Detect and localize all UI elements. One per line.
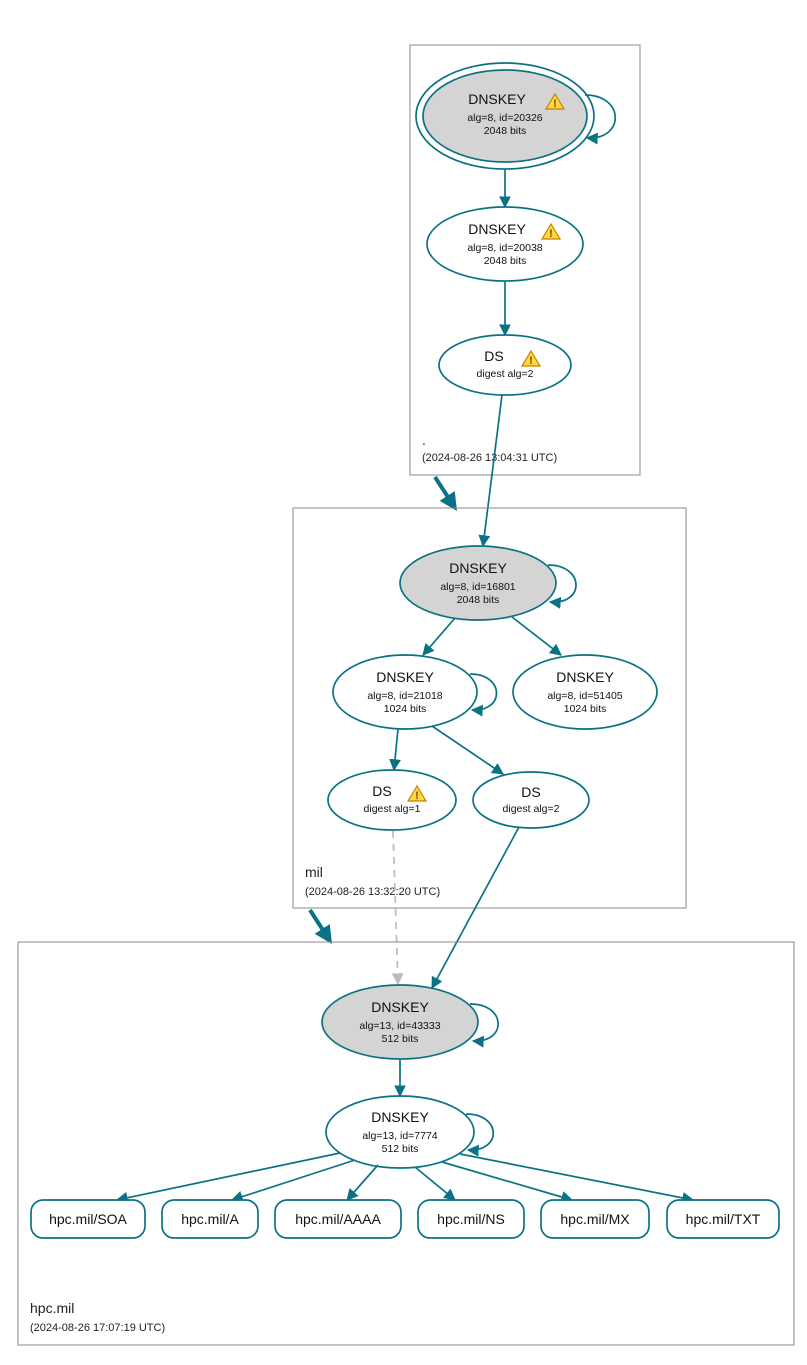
node-root-ds: DS ! digest alg=2 <box>439 335 571 395</box>
svg-text:hpc.mil/SOA: hpc.mil/SOA <box>49 1211 127 1227</box>
zone-root-sublabel: (2024-08-26 13:04:31 UTC) <box>422 452 557 464</box>
node-root-zsk: DNSKEY ! alg=8, id=20038 2048 bits <box>427 207 583 281</box>
svg-text:DNSKEY: DNSKEY <box>556 669 614 685</box>
zone-hpc-sublabel: (2024-08-26 17:07:19 UTC) <box>30 1322 165 1334</box>
rrset-ns: hpc.mil/NS <box>418 1200 524 1238</box>
svg-text:1024 bits: 1024 bits <box>564 703 607 715</box>
svg-text:alg=8, id=51405: alg=8, id=51405 <box>547 690 622 702</box>
rrset-txt: hpc.mil/TXT <box>667 1200 779 1238</box>
zone-mil: mil (2024-08-26 13:32:20 UTC) DNSKEY alg… <box>293 508 686 908</box>
svg-text:DNSKEY: DNSKEY <box>468 221 526 237</box>
svg-text:alg=13, id=43333: alg=13, id=43333 <box>359 1020 440 1032</box>
rrset-mx: hpc.mil/MX <box>541 1200 649 1238</box>
svg-text:2048 bits: 2048 bits <box>457 594 500 606</box>
svg-text:alg=13, id=7774: alg=13, id=7774 <box>362 1130 437 1142</box>
svg-text:alg=8, id=20038: alg=8, id=20038 <box>467 242 542 254</box>
svg-text:DS: DS <box>521 784 540 800</box>
svg-text:hpc.mil/NS: hpc.mil/NS <box>437 1211 505 1227</box>
rrset-soa: hpc.mil/SOA <box>31 1200 145 1238</box>
svg-text:DNSKEY: DNSKEY <box>376 669 434 685</box>
zone-hpc-label: hpc.mil <box>30 1300 74 1316</box>
svg-text:DS: DS <box>484 348 503 364</box>
svg-text:hpc.mil/TXT: hpc.mil/TXT <box>686 1211 761 1227</box>
svg-text:DNSKEY: DNSKEY <box>468 91 526 107</box>
zone-root-label: . <box>422 432 426 448</box>
zone-arrow-mil-hpc <box>310 910 330 941</box>
svg-text:DNSKEY: DNSKEY <box>371 1109 429 1125</box>
zone-mil-sublabel: (2024-08-26 13:32:20 UTC) <box>305 886 440 898</box>
svg-text:!: ! <box>529 355 533 367</box>
zone-hpc: hpc.mil (2024-08-26 17:07:19 UTC) DNSKEY… <box>18 942 794 1345</box>
svg-text:alg=8, id=16801: alg=8, id=16801 <box>440 581 515 593</box>
node-root-ksk: DNSKEY ! alg=8, id=20326 2048 bits <box>416 63 615 169</box>
svg-text:512 bits: 512 bits <box>382 1033 419 1045</box>
svg-text:1024 bits: 1024 bits <box>384 703 427 715</box>
zone-mil-label: mil <box>305 864 323 880</box>
dnssec-diagram: . (2024-08-26 13:04:31 UTC) DNSKEY ! alg… <box>0 0 807 1365</box>
svg-text:digest alg=2: digest alg=2 <box>503 803 560 815</box>
rrset-aaaa: hpc.mil/AAAA <box>275 1200 401 1238</box>
zone-arrow-root-mil <box>435 477 455 508</box>
svg-text:!: ! <box>415 790 419 802</box>
svg-text:alg=8, id=21018: alg=8, id=21018 <box>367 690 442 702</box>
svg-text:2048 bits: 2048 bits <box>484 125 527 137</box>
svg-text:!: ! <box>549 228 553 240</box>
node-mil-zsk2: DNSKEY alg=8, id=51405 1024 bits <box>513 655 657 729</box>
node-mil-ds2: DS digest alg=2 <box>473 772 589 828</box>
node-hpc-ksk: DNSKEY alg=13, id=43333 512 bits <box>322 985 498 1059</box>
rrset-a: hpc.mil/A <box>162 1200 258 1238</box>
svg-text:DNSKEY: DNSKEY <box>371 999 429 1015</box>
node-mil-ksk: DNSKEY alg=8, id=16801 2048 bits <box>400 546 576 620</box>
svg-text:hpc.mil/AAAA: hpc.mil/AAAA <box>295 1211 381 1227</box>
edge-rootds-milksk <box>483 395 502 546</box>
svg-text:alg=8, id=20326: alg=8, id=20326 <box>467 112 542 124</box>
svg-text:!: ! <box>553 98 557 110</box>
node-hpc-zsk: DNSKEY alg=13, id=7774 512 bits <box>326 1096 493 1168</box>
svg-text:512 bits: 512 bits <box>382 1143 419 1155</box>
svg-text:digest alg=1: digest alg=1 <box>364 803 421 815</box>
svg-text:hpc.mil/MX: hpc.mil/MX <box>560 1211 630 1227</box>
svg-text:hpc.mil/A: hpc.mil/A <box>181 1211 239 1227</box>
svg-text:DS: DS <box>372 783 391 799</box>
node-mil-ds1: DS ! digest alg=1 <box>328 770 456 830</box>
svg-text:digest alg=2: digest alg=2 <box>477 368 534 380</box>
svg-text:2048 bits: 2048 bits <box>484 255 527 267</box>
svg-text:DNSKEY: DNSKEY <box>449 560 507 576</box>
zone-root: . (2024-08-26 13:04:31 UTC) DNSKEY ! alg… <box>410 45 640 475</box>
node-mil-zsk1: DNSKEY alg=8, id=21018 1024 bits <box>333 655 497 729</box>
